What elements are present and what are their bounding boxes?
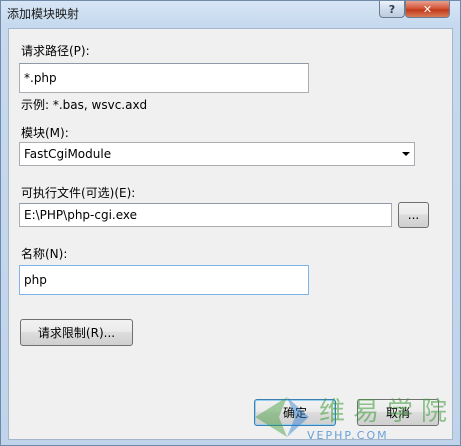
close-button[interactable]: ✕ (405, 1, 450, 18)
ok-button-label: 确定 (282, 406, 307, 420)
module-selected-value: FastCgiModule (24, 147, 112, 161)
module-select[interactable]: FastCgiModule (19, 142, 415, 166)
dialog-window: 添加模块映射 ? ✕ 请求路径(P): *.php 示例: *.bas, wsv… (0, 0, 461, 446)
request-path-value: *.php (24, 71, 57, 85)
browse-button[interactable]: ... (398, 202, 429, 228)
window-title: 添加模块映射 (7, 7, 80, 21)
name-label: 名称(N): (21, 247, 68, 261)
module-label: 模块(M): (21, 126, 69, 140)
request-restrictions-label: 请求限制(R)... (37, 326, 116, 340)
cancel-button[interactable]: 取消 (357, 399, 439, 426)
dialog-body: 请求路径(P): *.php 示例: *.bas, wsvc.axd 模块(M)… (8, 28, 453, 440)
browse-button-label: ... (407, 208, 420, 222)
executable-value: E:\PHP\php-cgi.exe (24, 208, 138, 222)
request-path-example: 示例: *.bas, wsvc.axd (21, 98, 148, 112)
request-restrictions-button[interactable]: 请求限制(R)... (20, 319, 133, 346)
name-input[interactable]: php (19, 265, 309, 295)
close-icon: ✕ (422, 2, 433, 16)
executable-label: 可执行文件(可选)(E): (21, 186, 136, 200)
request-path-input[interactable]: *.php (19, 63, 309, 93)
help-icon: ? (388, 2, 396, 16)
cancel-button-label: 取消 (385, 406, 410, 420)
chevron-down-icon (402, 152, 410, 156)
help-button[interactable]: ? (379, 1, 405, 18)
executable-input[interactable]: E:\PHP\php-cgi.exe (19, 203, 392, 227)
name-value: php (24, 273, 47, 287)
ok-button[interactable]: 确定 (254, 399, 336, 426)
title-bar[interactable]: 添加模块映射 ? ✕ (1, 1, 460, 27)
request-path-label: 请求路径(P): (21, 44, 90, 58)
